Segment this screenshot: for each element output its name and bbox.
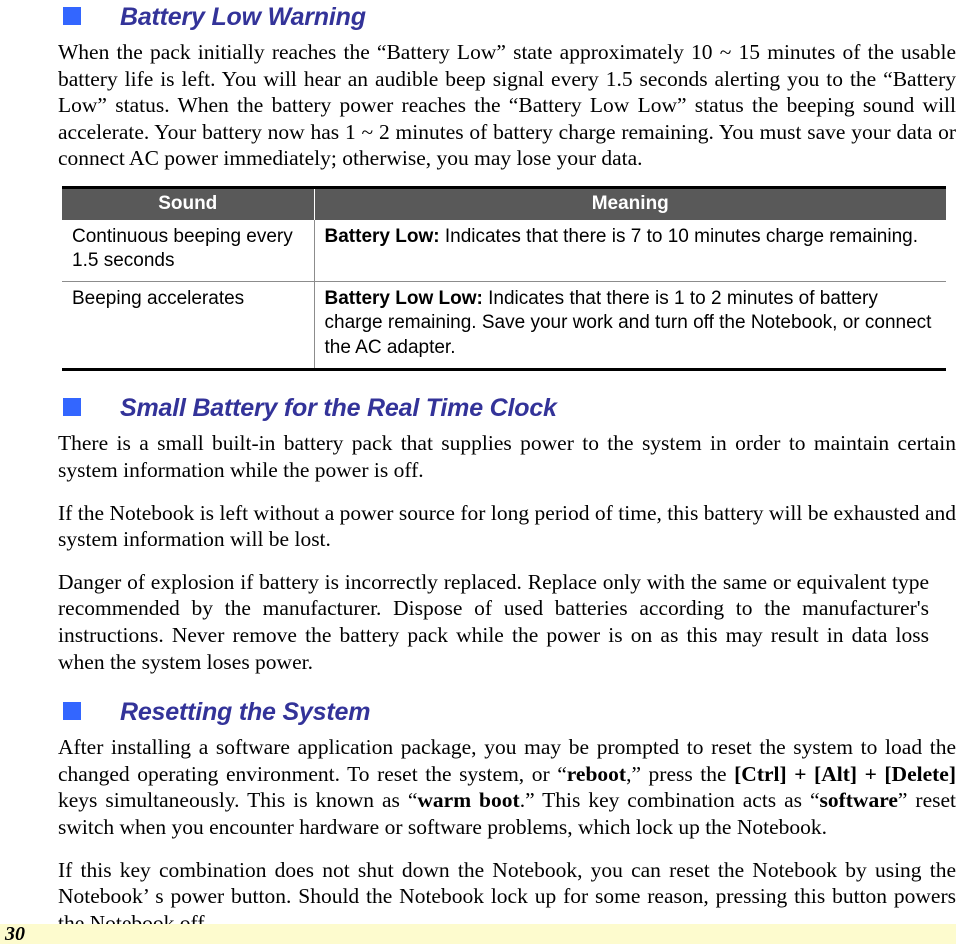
page-number: 30: [5, 923, 25, 945]
cell-sound: Continuous beeping every 1.5 seconds: [62, 219, 315, 282]
square-bullet-icon: [63, 702, 81, 721]
table-row: Beeping accelerates Battery Low Low: Ind…: [62, 280, 946, 372]
heading-text: Small Battery for the Real Time Clock: [120, 394, 557, 423]
table-header-row: Sound Meaning: [62, 187, 946, 220]
paragraph-battery-low-warning: When the pack initially reaches the “Bat…: [58, 40, 956, 171]
cell-sound: Beeping accelerates: [62, 280, 315, 372]
table-row: Continuous beeping every 1.5 seconds Bat…: [62, 219, 946, 282]
heading-text: Resetting the System: [120, 698, 371, 727]
reset-text-4: .” This key combination acts as “: [519, 788, 820, 813]
square-bullet-icon: [63, 7, 81, 25]
sound-meaning-table: Sound Meaning Continuous beeping every 1…: [62, 186, 946, 372]
table-head: Sound Meaning: [62, 187, 946, 220]
document-page: Battery Low Warning When the pack initia…: [0, 0, 956, 944]
column-header-sound: Sound: [62, 187, 315, 220]
paragraph-rtc-exhausted: If the Notebook is left without a power …: [58, 500, 956, 552]
paragraph-rtc-built-in-battery: There is a small built-in battery pack t…: [58, 431, 956, 483]
reset-text-3: keys simultaneously. This is known as “: [58, 788, 418, 813]
column-header-meaning: Meaning: [313, 187, 946, 220]
section-heading-battery-low-warning: Battery Low Warning: [58, 2, 956, 32]
page-content: Battery Low Warning When the pack initia…: [58, 0, 956, 936]
reset-bold-reboot: reboot: [566, 761, 627, 786]
reset-bold-software: software: [819, 788, 898, 813]
cell-meaning-label: Battery Low:: [324, 225, 440, 247]
footer-bar: [0, 924, 956, 944]
paragraph-reset-warm-boot: After installing a software application …: [58, 734, 956, 840]
square-bullet-icon: [63, 398, 81, 417]
section-heading-small-battery-rtc: Small Battery for the Real Time Clock: [58, 393, 956, 423]
cell-meaning-label: Battery Low Low:: [324, 287, 483, 309]
reset-bold-key-combo: [Ctrl] + [Alt] + [Delete]: [734, 761, 956, 786]
cell-meaning: Battery Low: Indicates that there is 7 t…: [314, 220, 946, 282]
reset-bold-warm-boot: warm boot: [417, 788, 520, 813]
paragraph-rtc-danger-explosion: Danger of explosion if battery is incorr…: [58, 569, 929, 674]
heading-text: Battery Low Warning: [120, 3, 366, 31]
table-body: Continuous beeping every 1.5 seconds Bat…: [62, 219, 946, 372]
reset-text-2: ,” press the: [626, 761, 735, 786]
cell-meaning-text: Indicates that there is 7 to 10 minutes …: [439, 225, 919, 247]
cell-meaning: Battery Low Low: Indicates that there is…: [314, 280, 946, 372]
section-heading-resetting-the-system: Resetting the System: [58, 697, 956, 727]
